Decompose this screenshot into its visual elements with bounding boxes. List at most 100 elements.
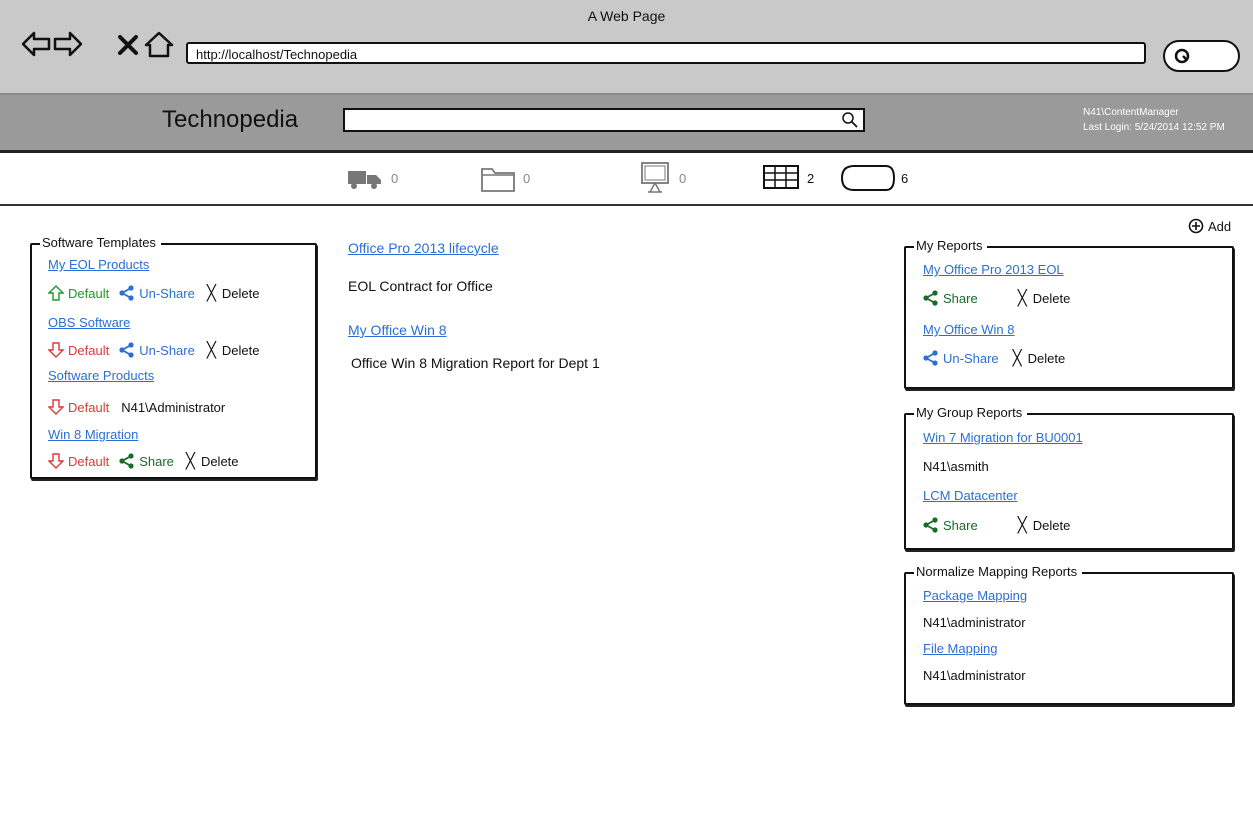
back-arrow-icon[interactable] <box>20 28 52 60</box>
site-search-input[interactable] <box>343 108 865 132</box>
last-login: Last Login: 5/24/2014 12:52 PM <box>1083 122 1225 133</box>
delete-button[interactable]: Delete <box>1033 291 1071 306</box>
template-name[interactable]: Win 8 Migration <box>48 427 138 442</box>
box-legend: Software Templates <box>40 235 161 250</box>
delete-x-icon: ╳ <box>1017 290 1027 307</box>
brand-title: Technopedia <box>162 106 299 133</box>
report-item-link[interactable]: My Office Win 8 <box>923 322 1015 337</box>
stop-x-icon[interactable] <box>112 28 144 60</box>
delete-x-icon: ╳ <box>206 342 216 359</box>
report-name[interactable]: LCM Datacenter <box>923 488 1018 503</box>
default-button[interactable]: Default <box>68 286 109 301</box>
report-item-link[interactable]: LCM Datacenter <box>923 488 1018 503</box>
default-button[interactable]: Default <box>68 454 109 469</box>
report-title[interactable]: Office Pro 2013 lifecycle <box>348 240 499 256</box>
delete-button[interactable]: Delete <box>1033 518 1071 533</box>
arrow-up-icon[interactable] <box>48 285 64 301</box>
box-legend: My Reports <box>914 238 988 253</box>
counter-folders[interactable]: 0 <box>478 162 530 194</box>
user-info: N41\ContentManager Last Login: 5/24/2014… <box>1083 105 1225 135</box>
plus-circle-icon <box>1188 218 1204 234</box>
report-item-link[interactable]: My Office Pro 2013 EOL <box>923 262 1064 277</box>
report-title[interactable]: My Office Win 8 <box>348 322 447 338</box>
template-name[interactable]: Software Products <box>48 368 154 383</box>
software-templates-box: Software Templates My EOL Products Defau… <box>30 235 317 479</box>
counter-value: 2 <box>807 170 815 186</box>
username: N41\ContentManager <box>1083 107 1179 118</box>
unshare-button[interactable]: Un-Share <box>943 351 999 366</box>
arrow-down-icon[interactable] <box>48 342 64 358</box>
counter-hardware[interactable]: 0 <box>346 162 398 194</box>
delete-button[interactable]: Delete <box>222 286 260 301</box>
default-button[interactable]: Default <box>68 343 109 358</box>
report-item-link[interactable]: File Mapping <box>923 641 997 656</box>
template-actions: Default Un-Share ╳ Delete <box>48 284 259 302</box>
counter-computers[interactable]: 0 <box>638 162 686 194</box>
report-name[interactable]: My Office Pro 2013 EOL <box>923 262 1064 277</box>
report-description: Office Win 8 Migration Report for Dept 1 <box>351 355 600 371</box>
template-item-link[interactable]: OBS Software <box>48 315 130 330</box>
divider <box>0 204 1253 206</box>
report-description: EOL Contract for Office <box>348 278 493 294</box>
report-link[interactable]: My Office Win 8 <box>348 322 447 338</box>
template-item-link[interactable]: Win 8 Migration <box>48 427 138 442</box>
add-label[interactable]: Add <box>1208 219 1231 234</box>
share-button[interactable]: Share <box>139 454 174 469</box>
template-name[interactable]: OBS Software <box>48 315 130 330</box>
report-item-link[interactable]: Win 7 Migration for BU0001 <box>923 430 1083 445</box>
table-icon <box>762 164 802 192</box>
default-button[interactable]: Default <box>68 400 109 415</box>
delete-x-icon: ╳ <box>206 285 216 302</box>
normalize-mapping-reports-box: Normalize Mapping Reports Package Mappin… <box>904 564 1234 705</box>
url-bar[interactable]: http://localhost/Technopedia <box>186 42 1146 64</box>
unshare-button[interactable]: Un-Share <box>139 286 195 301</box>
share-button[interactable]: Share <box>943 291 978 306</box>
template-actions: Default N41\Administrator <box>48 399 225 415</box>
report-name[interactable]: File Mapping <box>923 641 997 656</box>
template-item-link[interactable]: Software Products <box>48 368 154 383</box>
forward-arrow-icon[interactable] <box>52 28 84 60</box>
share-icon <box>119 285 135 301</box>
template-item-link[interactable]: My EOL Products <box>48 257 149 272</box>
counter-value: 6 <box>901 170 909 186</box>
owner-label: N41\asmith <box>923 459 989 474</box>
search-icon <box>1173 46 1193 66</box>
browser-chrome: A Web Page http://localhost/Technopedia <box>0 0 1253 95</box>
report-actions: Share ╳ Delete <box>923 516 1070 534</box>
arrow-down-icon[interactable] <box>48 399 64 415</box>
counter-reports[interactable]: 2 <box>762 162 814 194</box>
template-actions: Default Share ╳ Delete <box>48 452 239 470</box>
unshare-button[interactable]: Un-Share <box>139 343 195 358</box>
share-icon <box>119 453 135 469</box>
share-icon <box>119 342 135 358</box>
owner-label: N41\administrator <box>923 615 1026 630</box>
home-icon[interactable] <box>143 28 175 60</box>
magnifier-icon[interactable] <box>841 111 859 129</box>
counter-value: 0 <box>679 170 687 186</box>
delete-x-icon: ╳ <box>1017 517 1027 534</box>
counter-cloud[interactable]: 6 <box>840 162 908 194</box>
owner-label: N41\administrator <box>923 668 1026 683</box>
share-icon <box>923 290 939 306</box>
report-name[interactable]: My Office Win 8 <box>923 322 1015 337</box>
box-legend: My Group Reports <box>914 405 1028 420</box>
delete-button[interactable]: Delete <box>222 343 260 358</box>
owner-label: N41\Administrator <box>121 399 226 415</box>
arrow-down-icon[interactable] <box>48 453 64 469</box>
template-name[interactable]: My EOL Products <box>48 257 149 272</box>
report-item-link[interactable]: Package Mapping <box>923 588 1027 603</box>
browser-search-button[interactable] <box>1163 40 1240 72</box>
delete-button[interactable]: Delete <box>1028 351 1066 366</box>
report-link[interactable]: Office Pro 2013 lifecycle <box>348 240 499 256</box>
app-header: Technopedia N41\ContentManager Last Logi… <box>0 95 1253 153</box>
share-button[interactable]: Share <box>943 518 978 533</box>
delete-x-icon: ╳ <box>185 453 195 470</box>
report-name[interactable]: Package Mapping <box>923 588 1027 603</box>
my-reports-box: My Reports My Office Pro 2013 EOL Share … <box>904 238 1234 389</box>
delete-button[interactable]: Delete <box>201 454 239 469</box>
report-name[interactable]: Win 7 Migration for BU0001 <box>923 430 1083 445</box>
monitor-icon <box>638 161 674 195</box>
my-group-reports-box: My Group Reports Win 7 Migration for BU0… <box>904 405 1234 550</box>
add-button[interactable]: Add <box>1188 218 1231 234</box>
report-actions: Un-Share ╳ Delete <box>923 349 1065 367</box>
